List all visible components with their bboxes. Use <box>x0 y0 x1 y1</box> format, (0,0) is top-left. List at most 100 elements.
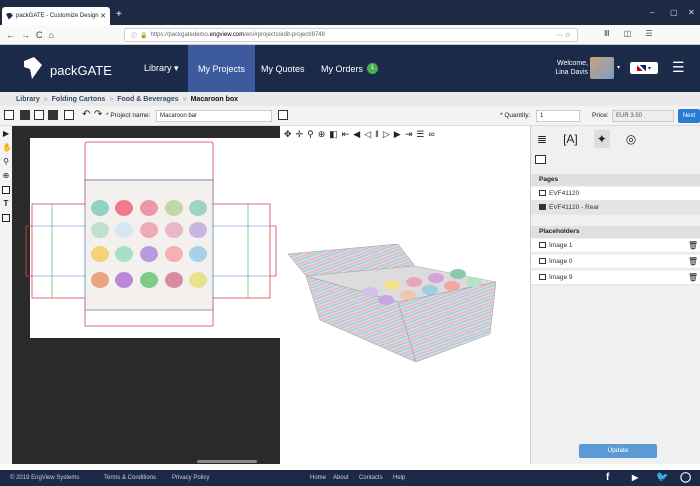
move-icon[interactable]: ✛ <box>296 129 304 140</box>
new-tab-icon[interactable]: + <box>116 9 122 20</box>
placeholder-item[interactable]: Image 9 🗑 <box>531 271 700 285</box>
image-icon <box>539 258 546 264</box>
info-icon: ⓘ <box>131 33 138 40</box>
menu-library[interactable]: Library ▾ <box>134 45 189 92</box>
facebook-icon[interactable]: f <box>606 470 609 486</box>
footer-home-link[interactable]: Home <box>310 470 326 486</box>
page-item[interactable]: EVF41120 - Rear <box>531 201 700 215</box>
maximize-icon[interactable]: ▢ <box>670 8 678 17</box>
step-back-icon[interactable]: ◀ <box>353 129 360 140</box>
page-label: EVF41120 <box>549 190 580 197</box>
placeholder-label: Image 9 <box>549 274 573 281</box>
browser-tab[interactable]: packGATE - Customize Design ✕ <box>2 7 110 25</box>
dieline-view-icon[interactable] <box>34 110 44 120</box>
breadcrumb-library[interactable]: Library <box>16 96 40 103</box>
text-tool-icon[interactable]: T <box>2 200 10 208</box>
footer-contacts-link[interactable]: Contacts <box>359 470 383 486</box>
privacy-link[interactable]: Privacy Policy <box>172 470 209 486</box>
url-host: engview.com <box>209 32 245 38</box>
horizontal-scrollbar[interactable] <box>197 460 257 463</box>
footer-help-link[interactable]: Help <box>393 470 405 486</box>
pages-header: Pages <box>531 174 700 186</box>
page-item[interactable]: EVF41120 <box>531 187 700 201</box>
image-icon <box>539 274 546 280</box>
close-window-icon[interactable]: ✕ <box>688 8 695 17</box>
3d-toggle-icon[interactable] <box>278 110 288 120</box>
pointer-icon[interactable]: ▶ <box>2 130 10 138</box>
zoom-3d-icon[interactable]: ⚲ <box>307 129 314 140</box>
forward-icon[interactable]: → <box>21 30 30 40</box>
settings-icon[interactable]: ☰ <box>416 129 424 140</box>
copyright-text: © 2019 EngView Systems <box>10 475 80 481</box>
link-icon[interactable]: ∞ <box>428 129 434 139</box>
browser-navbar: ← → C ⌂ ⓘ 🔒 https://packgatedemo. engview… <box>0 25 700 45</box>
quantity-input[interactable]: 1 <box>536 110 580 122</box>
play-back-icon[interactable]: ◁ <box>364 129 371 140</box>
page-icon <box>539 204 546 210</box>
favicon-icon <box>6 12 13 20</box>
image-tool-icon[interactable] <box>2 186 10 194</box>
home-icon[interactable]: ⌂ <box>49 30 54 40</box>
first-frame-icon[interactable]: ⇤ <box>342 129 350 140</box>
bookmark-icon[interactable]: ··· ☆ <box>556 31 571 39</box>
step-forward-icon[interactable]: ▶ <box>394 129 401 140</box>
breadcrumb-folding-cartons[interactable]: Folding Cartons <box>52 96 106 103</box>
view-cube-icon[interactable]: ◧ <box>329 129 338 140</box>
avatar[interactable] <box>590 57 614 79</box>
back-icon[interactable]: ← <box>6 30 15 40</box>
page-label: EVF41120 - Rear <box>549 204 600 211</box>
url-bar[interactable]: ⓘ 🔒 https://packgatedemo. engview.com/en/… <box>124 28 578 42</box>
instagram-icon[interactable]: ◯ <box>680 470 691 486</box>
update-button[interactable]: Update <box>579 444 657 458</box>
language-selector[interactable]: ▾ <box>630 62 658 74</box>
twitter-icon[interactable]: 🐦 <box>656 470 668 486</box>
pan-hand-icon[interactable]: ✋ <box>2 144 12 152</box>
rotate-left-icon[interactable]: ↶ <box>82 109 90 120</box>
minimize-icon[interactable]: – <box>650 8 654 17</box>
page-layout-icon[interactable] <box>535 155 546 164</box>
tab-image-icon[interactable]: ✦ <box>593 130 610 148</box>
menu-my-projects[interactable]: My Projects <box>188 45 256 92</box>
zoom-window-icon[interactable]: ⊕ <box>2 172 10 180</box>
browser-toolbar-icons[interactable]: Ⅲ ◫ ☰ <box>604 29 659 38</box>
footer-about-link[interactable]: About <box>333 470 349 486</box>
next-button[interactable]: Next <box>678 109 700 123</box>
terms-link[interactable]: Terms & Conditions <box>104 470 156 486</box>
user-menu-chevron-icon[interactable]: ▾ <box>617 64 620 71</box>
tab-layers-icon[interactable]: ≣ <box>537 132 547 146</box>
close-tab-icon[interactable]: ✕ <box>100 12 106 20</box>
tab-text-icon[interactable]: [A] <box>563 132 578 146</box>
play-icon[interactable]: ▷ <box>383 129 390 140</box>
menu-my-quotes[interactable]: My Quotes <box>251 45 315 92</box>
dieline-2d-view[interactable] <box>12 126 282 464</box>
trash-icon[interactable]: 🗑 <box>688 239 698 253</box>
tab-comment-icon[interactable]: ◎ <box>626 132 636 146</box>
zoom-icon[interactable]: ⚲ <box>2 158 10 166</box>
last-frame-icon[interactable]: ⇥ <box>405 129 413 140</box>
hamburger-menu-icon[interactable]: ☰ <box>672 59 685 76</box>
orbit-icon[interactable]: ✥ <box>284 129 292 140</box>
url-path: /en/#projects/edit-project/8748 <box>244 32 325 38</box>
user-name: Lina Davis <box>555 69 588 76</box>
menu-my-orders[interactable]: My Orders 1 <box>311 45 388 92</box>
breadcrumb-food-beverages[interactable]: Food & Beverages <box>117 96 178 103</box>
flip-view-icon[interactable] <box>64 110 74 120</box>
trash-icon[interactable]: 🗑 <box>688 255 698 269</box>
reload-icon[interactable]: C <box>36 30 43 40</box>
print-view-icon[interactable] <box>48 110 58 120</box>
youtube-icon[interactable]: ▶ <box>632 470 638 486</box>
breadcrumb-separator-icon: » <box>182 95 187 103</box>
project-name-input[interactable]: Macaroon bar <box>156 110 272 122</box>
3d-preview-view[interactable] <box>280 126 530 464</box>
zoom-fit-icon[interactable]: ⊕ <box>318 129 326 140</box>
fit-view-icon[interactable] <box>4 110 14 120</box>
browser-tab-bar: packGATE - Customize Design ✕ + – ▢ ✕ <box>0 0 700 25</box>
placeholder-item[interactable]: Image 1 🗑 <box>531 239 700 253</box>
pause-icon[interactable]: ‖ <box>375 129 379 139</box>
solid-view-icon[interactable] <box>20 110 30 120</box>
rotate-right-icon[interactable]: ↷ <box>94 109 102 120</box>
placeholder-item[interactable]: Image 0 🗑 <box>531 255 700 269</box>
barcode-tool-icon[interactable] <box>2 214 10 222</box>
trash-icon[interactable]: 🗑 <box>688 271 698 285</box>
placeholder-label: Image 1 <box>549 242 573 249</box>
